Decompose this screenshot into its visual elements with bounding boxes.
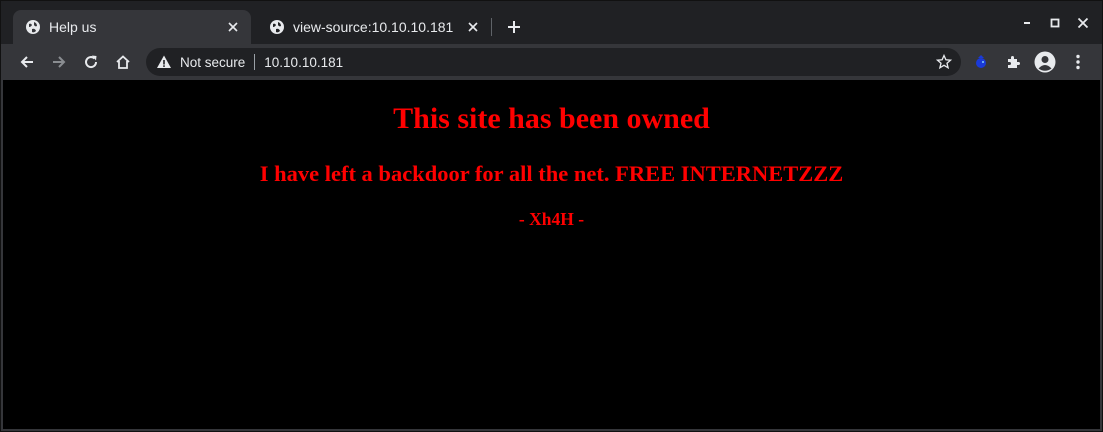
minimize-icon [1024, 22, 1030, 24]
maximize-button[interactable] [1045, 13, 1065, 33]
close-icon[interactable] [463, 17, 483, 37]
extensions-button[interactable] [999, 48, 1027, 76]
bookmark-star-icon[interactable] [935, 53, 953, 71]
page-signature: - Xh4H - [518, 209, 585, 229]
address-bar[interactable]: Not secure 10.10.10.181 [146, 48, 961, 76]
navigation-toolbar: Not secure 10.10.10.181 [1, 44, 1102, 80]
extension-bird-icon [976, 55, 986, 68]
close-icon[interactable] [223, 17, 243, 37]
security-label[interactable]: Not secure [180, 55, 245, 70]
page-heading: This site has been owned [393, 102, 710, 135]
back-arrow-icon [20, 56, 33, 68]
tab-divider [491, 18, 492, 36]
forward-button[interactable] [45, 48, 73, 76]
new-tab-button[interactable] [502, 15, 526, 39]
page-content: This site has been owned I have left a b… [3, 80, 1100, 429]
reload-button[interactable] [77, 48, 105, 76]
reload-icon [85, 55, 98, 69]
tab-strip: Help us view-source:10.10.10.181 [1, 1, 1102, 44]
browser-window: Help us view-source:10.10.10.181 Not sec… [0, 0, 1103, 432]
warning-icon[interactable] [156, 54, 172, 70]
avatar-icon [1034, 51, 1056, 73]
extension-button[interactable] [967, 48, 995, 76]
plus-icon [508, 21, 520, 33]
page-message: I have left a backdoor for all the net. … [259, 161, 844, 186]
tab-help-us[interactable]: Help us [13, 10, 251, 44]
close-icon [1077, 17, 1089, 29]
globe-icon [269, 19, 285, 35]
tab-title: Help us [49, 19, 97, 35]
home-button[interactable] [109, 48, 137, 76]
home-icon [116, 55, 130, 69]
maximize-icon [1050, 18, 1060, 28]
close-window-button[interactable] [1073, 13, 1093, 33]
profile-button[interactable] [1031, 48, 1059, 76]
url-text[interactable]: 10.10.10.181 [264, 55, 343, 70]
tab-view-source[interactable]: view-source:10.10.10.181 [257, 10, 491, 44]
minimize-button[interactable] [1017, 13, 1037, 33]
back-button[interactable] [13, 48, 41, 76]
tab-title: view-source:10.10.10.181 [293, 19, 454, 35]
forward-arrow-icon [53, 56, 66, 68]
menu-button[interactable] [1064, 48, 1092, 76]
puzzle-icon [1008, 56, 1020, 68]
separator [254, 54, 256, 70]
kebab-menu-icon [1076, 54, 1080, 70]
globe-icon [25, 19, 41, 35]
